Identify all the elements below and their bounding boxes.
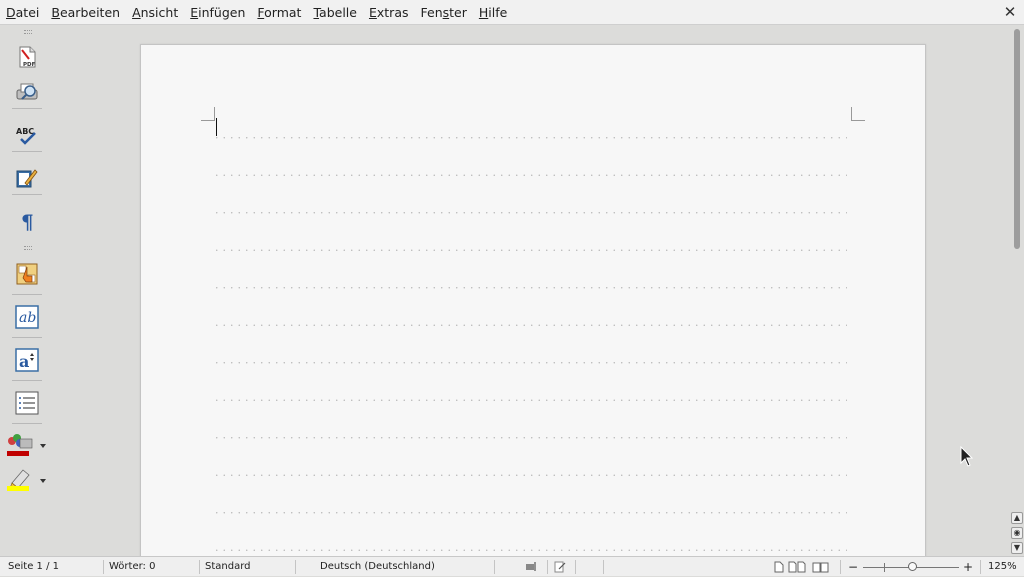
pilcrow-icon: ¶ [21, 210, 34, 232]
zoom-slider-handle[interactable] [908, 562, 917, 571]
svg-text:a: a [19, 352, 29, 371]
svg-text:ABC: ABC [16, 127, 34, 136]
menu-fenster[interactable]: Fenster [415, 0, 473, 25]
status-separator [494, 560, 495, 574]
toolbar-separator [12, 380, 42, 381]
single-page-view-icon[interactable] [774, 561, 784, 573]
vertical-scrollbar[interactable]: ▲ ◉ ▼ [1010, 26, 1024, 556]
toolbar-grip[interactable] [24, 30, 32, 34]
status-separator [295, 560, 296, 574]
word-count[interactable]: Wörter: 0 [109, 557, 155, 577]
text-area-grid[interactable] [213, 119, 847, 556]
mouse-pointer-icon [960, 446, 974, 467]
navigator-icon [16, 263, 38, 285]
toolbar-separator [12, 294, 42, 295]
numbering-button[interactable] [14, 390, 40, 416]
book-view-icon[interactable] [812, 561, 830, 573]
zoom-level[interactable]: 125% [988, 557, 1017, 577]
document-modified-icon[interactable] [554, 561, 566, 573]
multi-page-view-icon[interactable] [788, 561, 806, 573]
navigation-button[interactable]: ◉ [1011, 527, 1023, 539]
close-icon: ✕ [1003, 3, 1017, 21]
document-page[interactable] [140, 44, 926, 556]
pdf-export-button[interactable]: PDF [14, 44, 40, 70]
menu-ansicht[interactable]: Ansicht [126, 0, 184, 25]
side-toolbar: PDF ABC ¶ ab a [0, 26, 55, 556]
zoom-out-button[interactable]: − [848, 557, 858, 577]
zoom-in-button[interactable]: + [963, 557, 973, 577]
spellcheck-icon: ABC [16, 127, 36, 145]
insert-mode-icon[interactable] [525, 561, 537, 572]
navigation-icon: ◉ [1013, 528, 1021, 537]
font-color-button[interactable] [6, 432, 34, 458]
svg-text:ab: ab [19, 310, 36, 326]
print-preview-button[interactable] [14, 79, 40, 105]
page-style[interactable]: Standard [205, 557, 251, 577]
menu-einfuegen[interactable]: Einfügen [184, 0, 251, 25]
previous-page-button[interactable]: ▲ [1011, 512, 1023, 524]
formatting-marks-button[interactable]: ¶ [14, 208, 40, 234]
font-color-dropdown-icon[interactable] [40, 444, 46, 448]
menubar: Datei Bearbeiten Ansicht Einfügen Format… [0, 0, 1024, 25]
status-separator [103, 560, 104, 574]
highlight-dropdown-icon[interactable] [40, 479, 46, 483]
styles-button[interactable]: ab [14, 304, 40, 330]
status-separator [547, 560, 548, 574]
print-preview-icon [16, 83, 38, 100]
zoom-slider-tick [884, 563, 885, 572]
toolbar-separator [12, 151, 42, 152]
menu-hilfe[interactable]: Hilfe [473, 0, 513, 25]
edit-mode-button[interactable] [14, 165, 40, 191]
text-cursor [216, 118, 217, 136]
toolbar-separator [12, 108, 42, 109]
menu-datei[interactable]: Datei [0, 0, 45, 25]
numbering-list-icon [15, 391, 39, 415]
document-workspace[interactable] [55, 26, 1010, 556]
status-separator [575, 560, 576, 574]
highlighter-icon [7, 469, 30, 491]
highlight-button[interactable] [6, 467, 34, 493]
statusbar: Seite 1 / 1 Wörter: 0 Standard Deutsch (… [0, 556, 1024, 576]
spellcheck-button[interactable]: ABC [14, 122, 40, 148]
double-up-icon: ▲ [1013, 513, 1021, 522]
navigator-button[interactable] [14, 261, 40, 287]
menu-bearbeiten[interactable]: Bearbeiten [45, 0, 126, 25]
menu-format[interactable]: Format [251, 0, 307, 25]
page-count[interactable]: Seite 1 / 1 [8, 557, 59, 577]
next-page-button[interactable]: ▼ [1011, 542, 1023, 554]
font-size-icon: a [15, 348, 39, 372]
font-color-icon [7, 434, 33, 456]
edit-pen-icon [16, 169, 38, 188]
text-boundary-corner-tr [851, 107, 865, 121]
font-size-button[interactable]: a [14, 347, 40, 373]
toolbar-separator [12, 337, 42, 338]
menu-tabelle[interactable]: Tabelle [307, 0, 363, 25]
svg-text:¶: ¶ [21, 210, 34, 232]
status-separator [603, 560, 604, 574]
status-separator [980, 560, 981, 574]
pdf-icon: PDF [19, 46, 36, 68]
svg-text:PDF: PDF [23, 62, 36, 68]
status-separator [840, 560, 841, 574]
scrollbar-thumb[interactable] [1014, 29, 1020, 249]
toolbar-separator [12, 194, 42, 195]
status-separator [199, 560, 200, 574]
toolbar-grip[interactable] [24, 246, 32, 250]
menu-extras[interactable]: Extras [363, 0, 415, 25]
double-down-icon: ▼ [1013, 543, 1021, 552]
language[interactable]: Deutsch (Deutschland) [320, 557, 435, 577]
toolbar-separator [12, 423, 42, 424]
close-document-button[interactable]: ✕ [1002, 2, 1018, 22]
styles-icon: ab [15, 305, 39, 329]
